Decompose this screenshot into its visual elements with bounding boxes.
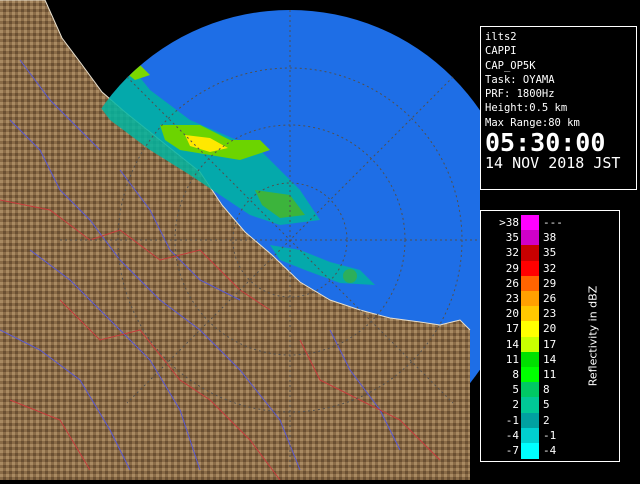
legend-lower-bound: 20 (505, 307, 519, 321)
legend-lower-bound: 29 (505, 261, 519, 275)
legend-swatch (521, 215, 539, 231)
legend-row: >38 --- (481, 215, 619, 231)
legend-swatch (521, 443, 539, 459)
legend-swatch (521, 306, 539, 322)
legend-swatch (521, 321, 539, 337)
scan-mode: CAP_OP5K (485, 59, 536, 72)
legend-upper-bound: 8 (543, 383, 550, 397)
side-panel: ilts2 CAPPI CAP_OP5K Task: OYAMA PRF: 18… (480, 0, 640, 480)
legend-lower-bound: 14 (505, 337, 519, 351)
legend-lower-bound: -7 (505, 444, 519, 457)
observation-date: 14 NOV 2018 JST (485, 154, 621, 173)
legend-upper-bound: 2 (543, 413, 550, 427)
legend-lower-bound: 26 (505, 276, 519, 290)
legend-upper-bound: -4 (543, 444, 557, 457)
legend-upper-bound: 14 (543, 352, 557, 366)
legend-upper-bound: 26 (543, 292, 557, 305)
legend-row: -1 2 (481, 412, 619, 429)
legend-swatch (521, 230, 539, 246)
legend-upper-bound: 29 (543, 276, 557, 290)
echo-cell-small (343, 269, 357, 283)
legend-lower-bound: 5 (512, 383, 519, 397)
height-value: Height:0.5 km (485, 102, 568, 115)
legend-swatch (521, 291, 539, 307)
legend-lower-bound: -1 (505, 413, 519, 427)
legend-swatch (521, 245, 539, 261)
legend-upper-bound: --- (543, 216, 563, 229)
legend-upper-bound: 23 (543, 307, 557, 321)
info-box: ilts2 CAPPI CAP_OP5K Task: OYAMA PRF: 18… (480, 26, 637, 190)
legend-row: 29 32 (481, 260, 619, 277)
legend-lower-bound: 11 (505, 352, 519, 366)
legend-upper-bound: 20 (543, 322, 557, 336)
legend-swatch (521, 336, 539, 353)
legend-swatch (521, 412, 539, 429)
radar-map-svg (0, 0, 520, 481)
legend-upper-bound: 35 (543, 246, 557, 260)
legend-lower-bound: 2 (512, 398, 519, 412)
radar-map[interactable] (0, 0, 520, 481)
legend-row: -4 -1 (481, 427, 619, 444)
legend-lower-bound: 23 (505, 292, 519, 305)
product-type: CAPPI (485, 45, 517, 58)
legend-upper-bound: 38 (543, 231, 557, 245)
legend-row: 25 (481, 397, 619, 413)
legend-lower-bound: >38 (499, 216, 519, 229)
legend-lower-bound: 35 (505, 231, 519, 245)
legend-swatch (521, 367, 539, 383)
observation-time: 05:30:00 (485, 128, 606, 158)
prf-value: PRF: 1800Hz (485, 88, 555, 101)
legend-lower-bound: 17 (505, 322, 519, 336)
legend-swatch (521, 260, 539, 277)
legend-swatch (521, 382, 539, 398)
legend-lower-bound: 32 (505, 246, 519, 260)
legend-row: 35 38 (481, 230, 619, 246)
legend-upper-bound: 11 (543, 368, 557, 381)
legend-upper-bound: 17 (543, 337, 557, 351)
legend-upper-bound: 5 (543, 398, 550, 412)
legend-swatch (521, 351, 539, 368)
legend-swatch (521, 427, 539, 444)
station-name: ilts2 (485, 31, 517, 43)
legend-swatch (521, 397, 539, 413)
color-legend: >38 --- 35 38 32 35 29 32 26 29 23 26 20 23 17 20 14 17 11… (480, 210, 620, 462)
legend-lower-bound: -4 (505, 428, 519, 442)
legend-row: 32 35 (481, 245, 619, 261)
legend-upper-bound: 32 (543, 261, 557, 275)
legend-lower-bound: 8 (512, 368, 519, 381)
legend-row: -7 -4 (481, 443, 619, 459)
legend-swatch (521, 275, 539, 292)
task-name: Task: OYAMA (485, 73, 555, 86)
legend-title: Reflectivity in dBZ (586, 285, 600, 387)
legend-upper-bound: -1 (543, 428, 557, 442)
